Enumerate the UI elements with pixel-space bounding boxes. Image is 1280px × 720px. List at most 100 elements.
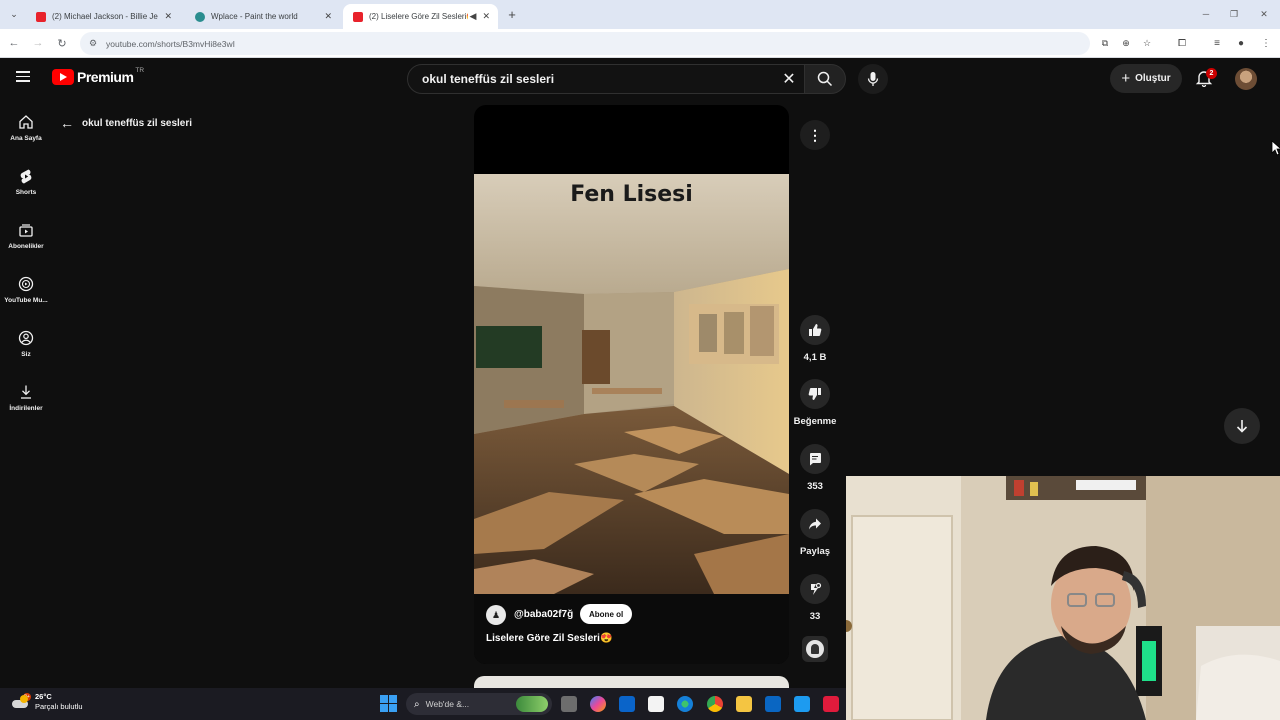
- bookmark-star-icon[interactable]: ☆: [1139, 35, 1155, 51]
- arrow-down-icon: [1236, 420, 1248, 433]
- globe-favicon-icon: [195, 11, 205, 22]
- like-button[interactable]: [800, 315, 830, 345]
- copilot-icon[interactable]: [590, 696, 606, 712]
- voice-search-button[interactable]: [858, 64, 888, 94]
- install-app-icon[interactable]: ⧉: [1097, 35, 1113, 51]
- task-view-icon[interactable]: [561, 696, 577, 712]
- channel-avatar[interactable]: ♟: [486, 605, 506, 625]
- weather-widget[interactable]: 9+ 26°C Parçalı bulutlu: [12, 692, 83, 712]
- dislike-action[interactable]: Beğenme: [793, 379, 837, 427]
- media-control-icon[interactable]: ≡: [1209, 35, 1225, 51]
- linkedin-icon[interactable]: [765, 696, 781, 712]
- comments-button[interactable]: [800, 444, 830, 474]
- like-action[interactable]: 4,1 B: [795, 315, 835, 363]
- sidebar-item-subscriptions[interactable]: Abonelikler: [0, 222, 52, 270]
- back-to-search-link[interactable]: ← okul teneffüs zil sesleri: [60, 115, 192, 131]
- windows-start-icon[interactable]: [380, 695, 397, 712]
- new-tab-button[interactable]: +: [504, 6, 520, 22]
- remix-button[interactable]: [800, 574, 830, 604]
- outlook-icon[interactable]: [619, 696, 635, 712]
- extensions-icon[interactable]: ⧠: [1174, 35, 1190, 51]
- browser-tab-3-active[interactable]: (2) Liselere Göre Zil Sesleri😍 ◀ ✕: [343, 4, 498, 29]
- search-highlight-image: [516, 696, 548, 712]
- youtube-premium-logo[interactable]: Premium TR: [52, 66, 145, 85]
- short-info: ♟ @baba02f7ğ Abone ol Liselere Göre Zil …: [474, 594, 789, 664]
- sidebar-label: Ana Sayfa: [10, 135, 42, 142]
- remix-icon: [811, 582, 822, 595]
- search-input[interactable]: [420, 71, 760, 87]
- subscriptions-icon: [19, 224, 33, 237]
- sidebar-label: İndirilenler: [9, 405, 43, 412]
- channel-name[interactable]: @baba02f7ğ: [514, 609, 573, 620]
- short-video-frame[interactable]: Fen Lisesi: [474, 174, 789, 594]
- account-avatar[interactable]: [1235, 68, 1257, 90]
- sidebar-item-you[interactable]: Siz: [0, 330, 52, 378]
- youtube-music-icon: [18, 276, 34, 292]
- back-icon[interactable]: ←: [6, 35, 22, 51]
- sidebar-label: Siz: [21, 351, 31, 358]
- sidebar-label: YouTube Mu...: [4, 297, 48, 304]
- sound-source-avatar[interactable]: [802, 636, 828, 662]
- browser-tab-2[interactable]: Wplace - Paint the world ✕: [185, 4, 340, 29]
- browser-tab-1[interactable]: (2) Michael Jackson - Billie Jean ✕: [26, 4, 180, 29]
- sidebar-item-downloads[interactable]: İndirilenler: [0, 384, 52, 432]
- tab-title: (2) Liselere Göre Zil Sesleri😍: [369, 12, 468, 21]
- dislike-label: Beğenme: [793, 416, 837, 427]
- taskbar-search[interactable]: ⌕ Web'de &...: [406, 693, 552, 715]
- hamburger-menu-icon[interactable]: [16, 68, 36, 88]
- close-tab-icon[interactable]: ✕: [324, 11, 332, 22]
- twitter-icon[interactable]: [794, 696, 810, 712]
- maximize-icon[interactable]: ❐: [1224, 6, 1244, 22]
- create-button[interactable]: + Oluştur: [1110, 64, 1182, 93]
- search-box: [407, 64, 805, 94]
- logo-text: Premium: [77, 69, 134, 85]
- more-options-button[interactable]: ⋮: [800, 120, 830, 150]
- comment-count: 353: [807, 481, 823, 492]
- close-tab-icon[interactable]: ✕: [482, 11, 490, 22]
- close-tab-icon[interactable]: ✕: [164, 11, 172, 22]
- search-button[interactable]: [804, 64, 846, 94]
- share-action[interactable]: Paylaş: [795, 509, 835, 557]
- weather-description: Parçalı bulutlu: [35, 702, 83, 711]
- sidebar-item-shorts[interactable]: Shorts: [0, 168, 52, 216]
- short-player[interactable]: Fen Lisesi ♟ @baba02f7ğ Abone ol Liseler…: [474, 105, 789, 664]
- tab-title: (2) Michael Jackson - Billie Jean: [52, 12, 159, 21]
- country-code: TR: [135, 66, 145, 74]
- reload-icon[interactable]: ↻: [54, 35, 70, 51]
- minimize-icon[interactable]: ─: [1196, 6, 1216, 22]
- video-overlay-title: Fen Lisesi: [570, 182, 693, 207]
- clear-search-icon[interactable]: ✕: [779, 69, 799, 89]
- microsoft-store-icon[interactable]: [648, 696, 664, 712]
- address-bar[interactable]: ⚙ youtube.com/shorts/B3mvHi8e3wI: [80, 32, 1090, 55]
- comments-action[interactable]: 353: [795, 444, 835, 492]
- close-window-icon[interactable]: ✕: [1254, 6, 1274, 22]
- next-short-button[interactable]: [1224, 408, 1260, 444]
- site-info-icon[interactable]: ⚙: [86, 37, 100, 51]
- zoom-icon[interactable]: ⊕: [1118, 35, 1134, 51]
- home-icon: [19, 115, 33, 129]
- browser-toolbar: ← → ↻ ⚙ youtube.com/shorts/B3mvHi8e3wI ⧉…: [0, 29, 1280, 58]
- edge-icon[interactable]: [677, 696, 693, 712]
- dislike-button[interactable]: [800, 379, 830, 409]
- forward-icon[interactable]: →: [30, 35, 46, 51]
- partly-cloudy-icon: 9+: [12, 693, 31, 709]
- taskbar-search-placeholder: Web'de &...: [425, 699, 470, 709]
- file-explorer-icon[interactable]: [736, 696, 752, 712]
- browser-tab-bar: ⌄ (2) Michael Jackson - Billie Jean ✕ Wp…: [0, 0, 1280, 29]
- browser-menu-icon[interactable]: ⋮: [1258, 35, 1274, 51]
- audio-playing-icon[interactable]: ◀: [470, 11, 477, 22]
- tab-title: Wplace - Paint the world: [211, 12, 298, 21]
- short-title[interactable]: Liselere Göre Zil Sesleri😍: [486, 633, 612, 644]
- share-label: Paylaş: [799, 546, 831, 557]
- share-button[interactable]: [800, 509, 830, 539]
- chrome-icon[interactable]: [707, 696, 723, 712]
- arrow-left-icon: ←: [60, 115, 74, 131]
- sidebar-item-youtube-music[interactable]: YouTube Mu...: [0, 276, 52, 324]
- sidebar-item-home[interactable]: Ana Sayfa: [0, 114, 52, 162]
- subscribe-button[interactable]: Abone ol: [580, 604, 633, 624]
- sidebar-label: Abonelikler: [8, 243, 44, 250]
- tab-search-chevron-icon[interactable]: ⌄: [6, 6, 22, 22]
- app-icon[interactable]: [823, 696, 839, 712]
- remix-action[interactable]: 33: [795, 574, 835, 622]
- profile-icon[interactable]: ●: [1233, 35, 1249, 51]
